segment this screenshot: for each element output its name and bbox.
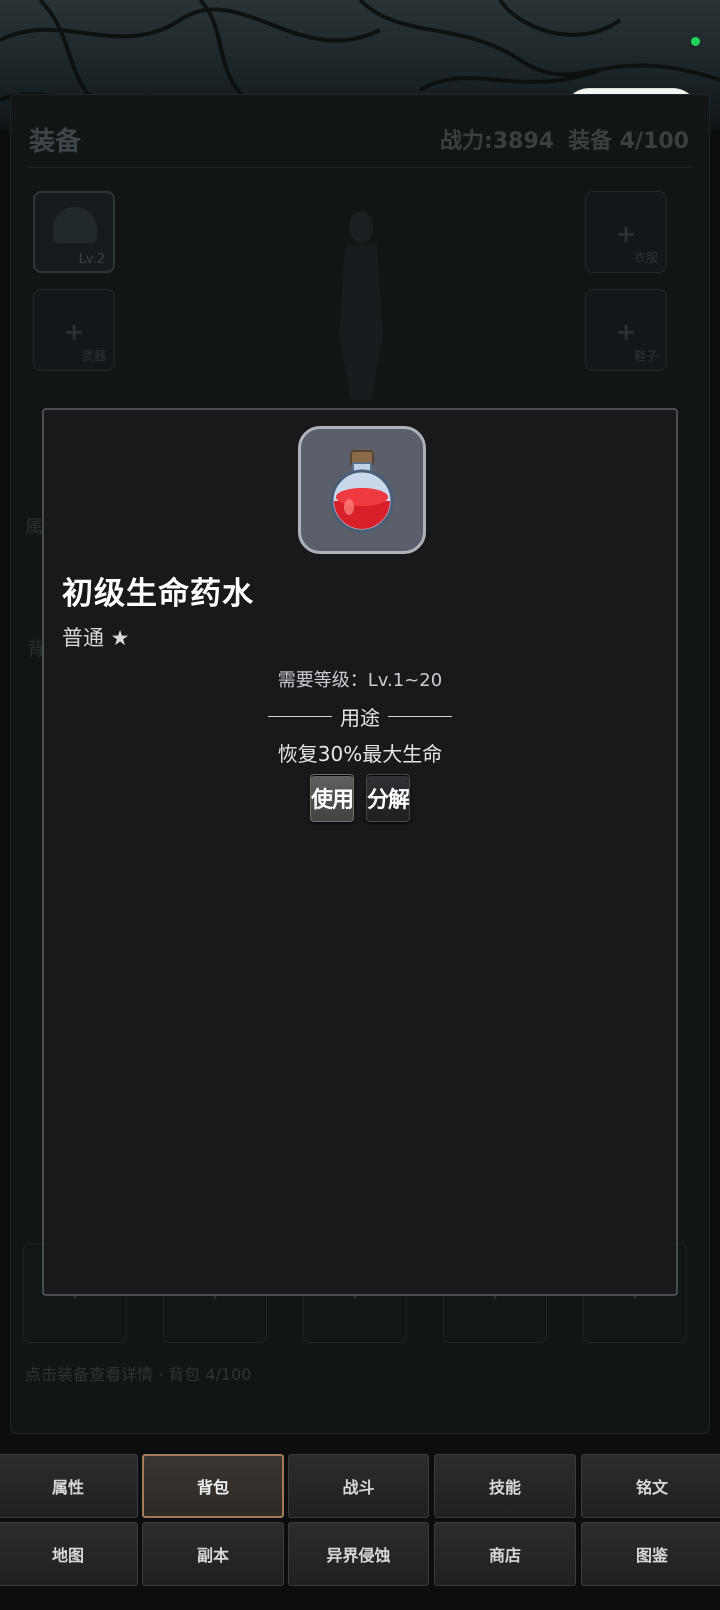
attributes-section-label: 属 bbox=[25, 517, 43, 538]
divider-line bbox=[268, 716, 332, 717]
level-requirement: 需要等级：Lv.1~20 bbox=[277, 670, 443, 691]
panel-hint: 点击装备查看详情 · 背包 4/100 bbox=[25, 1365, 252, 1384]
decompose-button[interactable]: 分解 bbox=[366, 774, 410, 822]
nav-attributes[interactable]: 属性 bbox=[0, 1454, 138, 1518]
nav-dungeon[interactable]: 副本 bbox=[142, 1522, 284, 1586]
use-button[interactable]: 使用 bbox=[310, 774, 354, 822]
status-dot bbox=[691, 37, 700, 46]
helmet-icon bbox=[53, 207, 97, 243]
item-detail-modal: 初级生命药水 普通 ★ 需要等级：Lv.1~20 用途 恢复30%最大生命 使用… bbox=[42, 408, 678, 1296]
nav-skills[interactable]: 技能 bbox=[434, 1454, 576, 1518]
item-rarity: 普通 ★ bbox=[62, 626, 130, 650]
nav-battle[interactable]: 战斗 bbox=[288, 1454, 429, 1518]
panel-title: 装备 bbox=[29, 127, 82, 157]
item-icon-frame bbox=[298, 426, 426, 554]
helmet-slot[interactable]: Lv.2 bbox=[33, 191, 115, 273]
panel-stats: 战力:3894 装备 4/100 bbox=[440, 123, 689, 155]
weapon-slot[interactable]: + 武器 bbox=[33, 289, 115, 371]
combat-power: 战力:3894 bbox=[440, 129, 555, 154]
nav-codex[interactable]: 图鉴 bbox=[581, 1522, 720, 1586]
usage-heading: 用途 bbox=[44, 702, 676, 731]
shoes-label: 鞋子 bbox=[633, 349, 658, 363]
nav-map[interactable]: 地图 bbox=[0, 1522, 138, 1586]
usage-heading-text: 用途 bbox=[340, 706, 380, 730]
clothes-slot[interactable]: + 衣服 bbox=[585, 191, 667, 273]
plus-icon: + bbox=[615, 318, 637, 346]
nav-inscriptions[interactable]: 铭文 bbox=[581, 1454, 720, 1518]
plus-icon: + bbox=[615, 220, 637, 248]
red-potion-icon bbox=[330, 450, 394, 533]
nav-shop[interactable]: 商店 bbox=[434, 1522, 576, 1586]
item-effect: 恢复30%最大生命 bbox=[277, 742, 443, 766]
shoes-slot[interactable]: + 鞋子 bbox=[585, 289, 667, 371]
nav-backpack[interactable]: 背包 bbox=[142, 1454, 284, 1518]
divider-line bbox=[388, 716, 452, 717]
plus-icon: + bbox=[63, 318, 85, 346]
divider bbox=[27, 167, 693, 168]
item-name: 初级生命药水 bbox=[62, 576, 254, 612]
nav-otherworld-erosion[interactable]: 异界侵蚀 bbox=[288, 1522, 429, 1586]
character-figure bbox=[339, 211, 383, 400]
weapon-label: 武器 bbox=[81, 349, 106, 363]
clothes-label: 衣服 bbox=[633, 251, 658, 265]
equip-count: 装备 4/100 bbox=[568, 129, 689, 154]
helmet-level: Lv.2 bbox=[78, 252, 105, 267]
bottom-nav: 属性 背包 战斗 技能 铭文 地图 副本 异界侵蚀 商店 图鉴 bbox=[0, 1454, 720, 1610]
item-actions: 使用 分解 bbox=[44, 774, 676, 822]
